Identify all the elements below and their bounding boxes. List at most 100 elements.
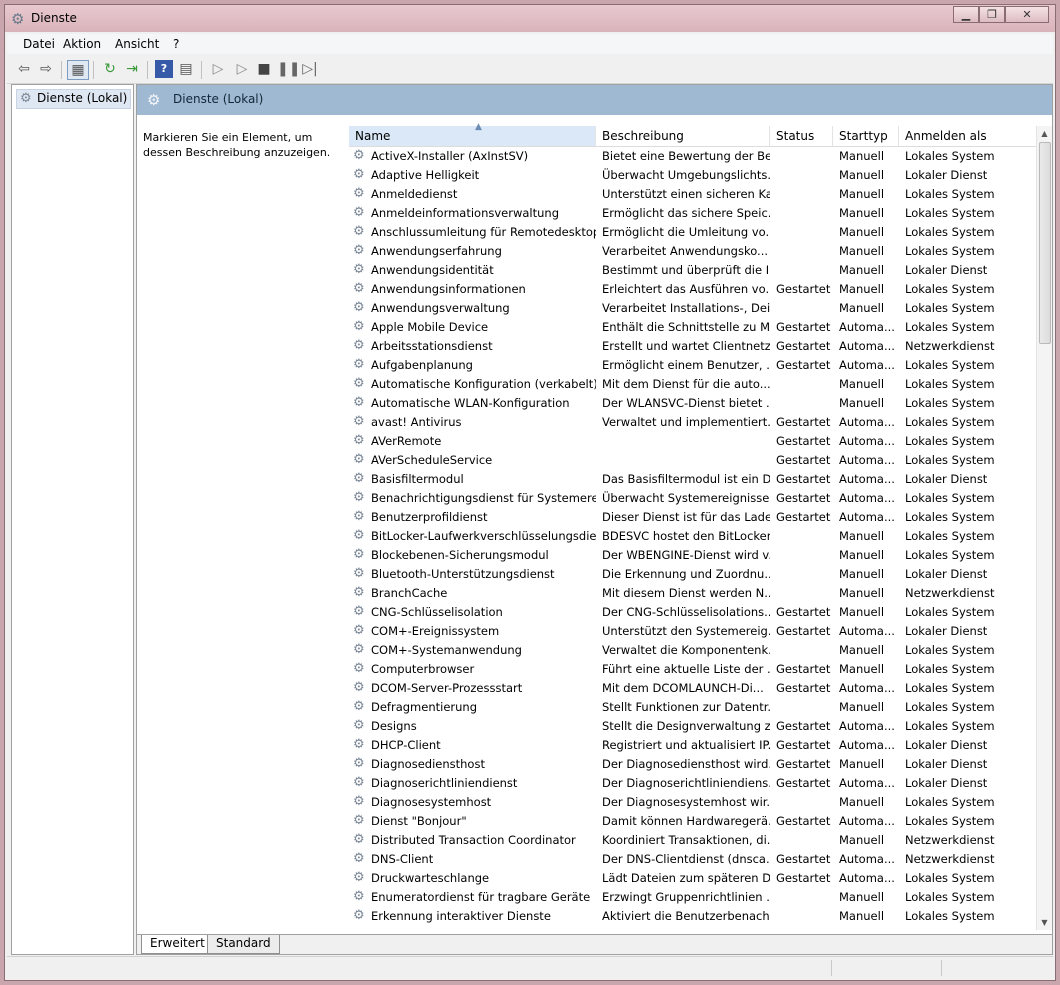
- menu-ansicht[interactable]: Ansicht: [115, 37, 159, 51]
- table-row[interactable]: ⚙ Aufgabenplanung Ermöglicht einem Benutze…: [349, 356, 1037, 375]
- cell-description: Stellt die Designverwaltung z...: [602, 719, 770, 733]
- pause-service-icon[interactable]: ❚❚: [277, 60, 300, 78]
- table-row[interactable]: ⚙ Anwendungsidentität Bestimmt und überprü…: [349, 261, 1037, 280]
- cell-description: Unterstützt den Systemereig...: [602, 624, 770, 638]
- table-row[interactable]: ⚙ Erkennung interaktiver Dienste Aktiviert…: [349, 907, 1037, 926]
- table-row[interactable]: ⚙ Diagnosediensthost Der Diagnosediensthos…: [349, 755, 1037, 774]
- cell-status: Gestartet: [776, 453, 831, 467]
- table-row[interactable]: ⚙ Defragmentierung Stellt Funktionen zur D…: [349, 698, 1037, 717]
- tree-item-dienste-lokal[interactable]: ⚙ Dienste (Lokal): [16, 89, 132, 109]
- title-bar[interactable]: ⚙ Dienste ▁ ❐ ✕: [5, 5, 1055, 32]
- table-row[interactable]: ⚙ Anschlussumleitung für Remotedesktop...…: [349, 223, 1037, 242]
- table-row[interactable]: ⚙ Benachrichtigungsdienst für Systemerei.…: [349, 489, 1037, 508]
- table-row[interactable]: ⚙ Anwendungserfahrung Verarbeitet Anwendun…: [349, 242, 1037, 261]
- cell-status: Gestartet: [776, 776, 831, 790]
- refresh-icon[interactable]: ↻: [101, 60, 119, 78]
- minimize-button[interactable]: ▁: [953, 6, 979, 23]
- tab-standard[interactable]: Standard: [207, 935, 280, 954]
- column-header-beschreibung[interactable]: Beschreibung: [596, 126, 770, 146]
- service-gear-icon: ⚙: [353, 585, 365, 600]
- service-gear-icon: ⚙: [353, 889, 365, 904]
- cell-starttype: Automa...: [839, 415, 895, 429]
- column-header-anmelden-als[interactable]: Anmelden als: [899, 126, 1037, 146]
- cell-description: Der WBENGINE-Dienst wird v...: [602, 548, 770, 562]
- scroll-thumb[interactable]: [1039, 142, 1051, 344]
- vertical-scrollbar[interactable]: ▲ ▼: [1036, 126, 1052, 930]
- table-row[interactable]: ⚙ Designs Stellt die Designverwaltung z...…: [349, 717, 1037, 736]
- cell-status: [776, 261, 836, 280]
- cell-status: [776, 204, 836, 223]
- table-row[interactable]: ⚙ DNS-Client Der DNS-Clientdienst (dnsca..…: [349, 850, 1037, 869]
- table-row[interactable]: ⚙ BitLocker-Laufwerkverschlüsselungsdiens…: [349, 527, 1037, 546]
- properties-icon[interactable]: ▤: [177, 60, 195, 78]
- start-service-alt-icon[interactable]: ▷: [233, 60, 251, 78]
- cell-description: Der CNG-Schlüsselisolations...: [602, 605, 770, 619]
- table-row[interactable]: ⚙ DHCP-Client Registriert und aktualisiert…: [349, 736, 1037, 755]
- service-gear-icon: ⚙: [353, 813, 365, 828]
- cell-logon: Lokaler Dienst: [905, 738, 988, 752]
- table-row[interactable]: ⚙ Anwendungsinformationen Erleichtert das …: [349, 280, 1037, 299]
- table-row[interactable]: ⚙ Enumeratordienst für tragbare Geräte Erz…: [349, 888, 1037, 907]
- service-gear-icon: ⚙: [353, 262, 365, 277]
- restart-service-icon[interactable]: ▷|: [301, 60, 319, 78]
- cell-description: Der Diagnosediensthost wird...: [602, 757, 770, 771]
- table-row[interactable]: ⚙ COM+-Systemanwendung Verwaltet die Kompo…: [349, 641, 1037, 660]
- cell-name: Adaptive Helligkeit: [371, 168, 480, 182]
- table-row[interactable]: ⚙ Benutzerprofildienst Dieser Dienst ist f…: [349, 508, 1037, 527]
- menu-datei[interactable]: Datei: [23, 37, 55, 51]
- table-row[interactable]: ⚙ AVerRemote Gestartet Automa... Lokales Sys…: [349, 432, 1037, 451]
- table-row[interactable]: ⚙ avast! Antivirus Verwaltet und implement…: [349, 413, 1037, 432]
- stop-service-icon[interactable]: ■: [255, 60, 273, 78]
- table-row[interactable]: ⚙ Diagnoserichtliniendienst Der Diagnoseri…: [349, 774, 1037, 793]
- menu-aktion[interactable]: Aktion: [63, 37, 101, 51]
- column-header-status[interactable]: Status: [770, 126, 833, 146]
- column-header-name[interactable]: ▲ Name: [349, 122, 596, 146]
- table-row[interactable]: ⚙ Dienst "Bonjour" Damit können Hardwarege…: [349, 812, 1037, 831]
- back-arrow-icon[interactable]: ⇦: [15, 60, 33, 78]
- table-row[interactable]: ⚙ Computerbrowser Führt eine aktuelle List…: [349, 660, 1037, 679]
- cell-name: avast! Antivirus: [371, 415, 462, 429]
- table-row[interactable]: ⚙ Anwendungsverwaltung Verarbeitet Install…: [349, 299, 1037, 318]
- table-row[interactable]: ⚙ ActiveX-Installer (AxInstSV) Bietet eine…: [349, 147, 1037, 166]
- column-header-starttyp[interactable]: Starttyp: [833, 126, 899, 146]
- cell-name: BranchCache: [371, 586, 448, 600]
- start-service-icon[interactable]: ▷: [209, 60, 227, 78]
- close-button[interactable]: ✕: [1005, 6, 1049, 23]
- table-row[interactable]: ⚙ Diagnosesystemhost Der Diagnosesystemhos…: [349, 793, 1037, 812]
- table-row[interactable]: ⚙ AVerScheduleService Gestartet Automa... Lo…: [349, 451, 1037, 470]
- cell-logon: Lokales System: [905, 206, 995, 220]
- table-row[interactable]: ⚙ COM+-Ereignissystem Unterstützt den Syst…: [349, 622, 1037, 641]
- table-row[interactable]: ⚙ Basisfiltermodul Das Basisfiltermodul is…: [349, 470, 1037, 489]
- table-row[interactable]: ⚙ Distributed Transaction Coordinator Koor…: [349, 831, 1037, 850]
- service-gear-icon: ⚙: [353, 167, 365, 182]
- table-row[interactable]: ⚙ Apple Mobile Device Enthält die Schnitts…: [349, 318, 1037, 337]
- service-gear-icon: ⚙: [353, 471, 365, 486]
- cell-description: Verarbeitet Anwendungsko...: [602, 244, 769, 258]
- maximize-button[interactable]: ❐: [979, 6, 1005, 23]
- table-row[interactable]: ⚙ Arbeitsstationsdienst Erstellt und warte…: [349, 337, 1037, 356]
- scroll-up-icon[interactable]: ▲: [1037, 126, 1052, 141]
- cell-starttype: Automa...: [839, 510, 895, 524]
- forward-arrow-icon[interactable]: ⇨: [37, 60, 55, 78]
- table-row[interactable]: ⚙ BranchCache Mit diesem Dienst werden N..…: [349, 584, 1037, 603]
- table-row[interactable]: ⚙ Bluetooth-Unterstützungsdienst Die Erken…: [349, 565, 1037, 584]
- tab-erweitert[interactable]: Erweitert: [141, 935, 214, 954]
- help-icon[interactable]: ?: [155, 60, 173, 78]
- table-row[interactable]: ⚙ Automatische Konfiguration (verkabelt) M…: [349, 375, 1037, 394]
- table-row[interactable]: ⚙ Druckwarteschlange Lädt Dateien zum spät…: [349, 869, 1037, 888]
- menu-help[interactable]: ?: [173, 37, 179, 51]
- table-row[interactable]: ⚙ Blockebenen-Sicherungsmodul Der WBENGINE…: [349, 546, 1037, 565]
- table-row[interactable]: ⚙ Automatische WLAN-Konfiguration Der WLAN…: [349, 394, 1037, 413]
- cell-name: DHCP-Client: [371, 738, 441, 752]
- table-row[interactable]: ⚙ DCOM-Server-Prozessstart Mit dem DCOMLAU…: [349, 679, 1037, 698]
- service-gear-icon: ⚙: [353, 737, 365, 752]
- export-list-icon[interactable]: ⇥: [123, 60, 141, 78]
- table-row[interactable]: ⚙ Adaptive Helligkeit Überwacht Umgebungsl…: [349, 166, 1037, 185]
- cell-status: Gestartet: [776, 605, 831, 619]
- table-row[interactable]: ⚙ Anmeldedienst Unterstützt einen sicheren…: [349, 185, 1037, 204]
- table-row[interactable]: ⚙ Anmeldeinformationsverwaltung Ermöglicht…: [349, 204, 1037, 223]
- cell-status: Gestartet: [776, 681, 831, 695]
- show-hide-console-tree-icon[interactable]: ▦: [67, 60, 89, 80]
- scroll-down-icon[interactable]: ▼: [1037, 915, 1052, 930]
- table-row[interactable]: ⚙ CNG-Schlüsselisolation Der CNG-Schlüssel…: [349, 603, 1037, 622]
